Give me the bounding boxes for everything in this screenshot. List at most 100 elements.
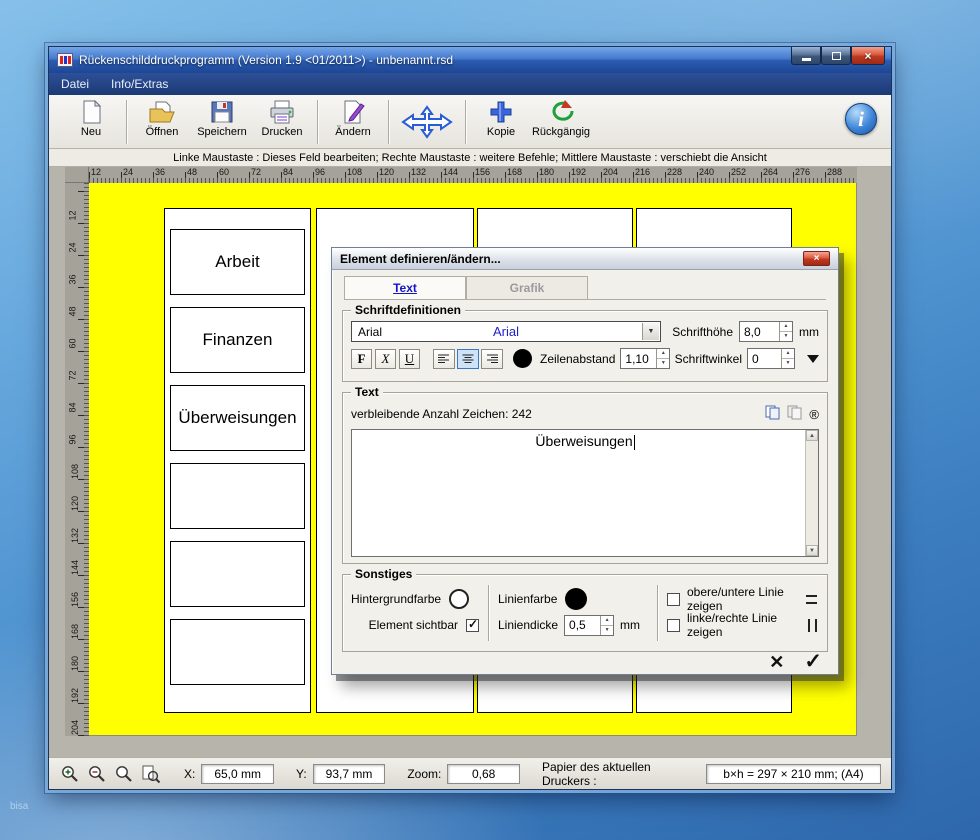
stepper-arrows[interactable]: ▲▼: [779, 322, 792, 341]
zoom-page-button[interactable]: [140, 763, 162, 785]
ok-button[interactable]: ✓: [804, 651, 822, 672]
zoom-label: Zoom:: [407, 767, 441, 781]
undo-label: Rückgängig: [532, 126, 590, 138]
ruler-number: 36: [153, 167, 185, 183]
font-size-stepper[interactable]: 8,0 ▲▼: [739, 321, 793, 342]
info-button[interactable]: i: [845, 103, 877, 135]
top-bottom-line-checkbox[interactable]: [667, 593, 680, 606]
ruler-number: 72: [65, 359, 89, 391]
open-button[interactable]: Öffnen: [132, 97, 192, 138]
ruler-number: 180: [537, 167, 569, 183]
element-visible-checkbox[interactable]: [466, 619, 479, 632]
font-size-value: 8,0: [740, 322, 779, 341]
desktop-watermark: bisa: [10, 801, 28, 812]
line-color-swatch[interactable]: [565, 588, 587, 610]
label-cell[interactable]: [170, 541, 305, 607]
stepper-arrows[interactable]: ▲▼: [656, 349, 669, 368]
menu-datei[interactable]: Datei: [61, 77, 89, 91]
zoom-controls: [59, 763, 162, 785]
registered-symbol-button[interactable]: ®: [809, 407, 819, 422]
paste-pages-icon[interactable]: [787, 405, 803, 423]
font-group-label: Schriftdefinitionen: [351, 303, 465, 317]
font-angle-stepper[interactable]: 0 ▲▼: [747, 348, 795, 369]
label-cell[interactable]: [170, 619, 305, 685]
window-titlebar[interactable]: Rückenschilddruckprogramm (Version 1.9 <…: [49, 47, 891, 73]
left-right-line-checkbox[interactable]: [667, 619, 680, 632]
label-cell[interactable]: [170, 463, 305, 529]
x-label: X:: [184, 767, 195, 781]
line-spacing-label: Zeilenabstand: [540, 352, 615, 366]
tab-text[interactable]: Text: [344, 276, 466, 299]
new-button[interactable]: Neu: [61, 97, 121, 138]
info-icon: i: [858, 107, 864, 132]
element-dialog: Element definieren/ändern... × Text Graf…: [331, 247, 839, 675]
line-spacing-stepper[interactable]: 1,10 ▲▼: [620, 348, 670, 369]
background-color-swatch[interactable]: [449, 589, 469, 609]
ruler-number: 180: [65, 647, 89, 679]
zoom-out-button[interactable]: [86, 763, 108, 785]
toolbar-separator: [317, 100, 318, 144]
ruler-number: 96: [65, 423, 89, 455]
stepper-arrows[interactable]: ▲▼: [781, 349, 794, 368]
line-width-stepper[interactable]: 0,5 ▲▼: [564, 615, 614, 636]
label-cell[interactable]: Arbeit: [170, 229, 305, 295]
dialog-close-button[interactable]: ×: [803, 251, 830, 266]
ruler-number: 192: [65, 679, 89, 711]
ruler-number: 144: [441, 167, 473, 183]
dialog-titlebar[interactable]: Element definieren/ändern... ×: [332, 248, 838, 270]
angle-dropdown-icon[interactable]: [807, 355, 819, 363]
menu-info-extras[interactable]: Info/Extras: [111, 77, 168, 91]
statusbar: X: 65,0 mm Y: 93,7 mm Zoom: 0,68 Papier …: [49, 757, 891, 789]
scroll-down-icon[interactable]: ▼: [806, 545, 818, 556]
save-label: Speichern: [197, 126, 247, 138]
underline-button[interactable]: U: [399, 349, 420, 369]
font-color-swatch[interactable]: [513, 349, 532, 368]
textarea-scrollbar[interactable]: ▲ ▼: [805, 430, 818, 556]
tab-grafik[interactable]: Grafik: [466, 276, 588, 299]
chevron-down-icon[interactable]: ▼: [642, 323, 659, 340]
close-button[interactable]: ×: [851, 47, 885, 65]
font-size-label: Schrifthöhe: [672, 325, 733, 339]
scroll-up-icon[interactable]: ▲: [806, 430, 818, 441]
paper-label: Papier des aktuellen Druckers :: [542, 760, 700, 788]
zoom-reset-button[interactable]: [113, 763, 135, 785]
horizontal-lines-icon: [806, 595, 817, 604]
label-cell[interactable]: Finanzen: [170, 307, 305, 373]
zoom-in-button[interactable]: [59, 763, 81, 785]
move-arrows-icon: [401, 105, 453, 142]
text-input-area[interactable]: Überweisungen ▲ ▼: [351, 429, 819, 557]
cancel-button[interactable]: ✕: [769, 653, 784, 671]
dialog-tabs: Text Grafik: [344, 276, 826, 300]
copy-pages-icon[interactable]: [765, 405, 781, 423]
label-cell[interactable]: Überweisungen: [170, 385, 305, 451]
copy-button[interactable]: Kopie: [471, 97, 531, 138]
close-icon: ×: [814, 253, 820, 264]
ruler-number: 120: [377, 167, 409, 183]
ruler-number: 132: [65, 519, 89, 551]
align-center-button[interactable]: [457, 349, 479, 369]
text-cursor: [634, 435, 635, 450]
align-right-button[interactable]: [481, 349, 503, 369]
undo-button[interactable]: Rückgängig: [531, 97, 591, 138]
ruler-number: 288: [825, 167, 857, 183]
top-bottom-line-label: obere/untere Linie zeigen: [687, 585, 806, 613]
font-family-combobox[interactable]: Arial Arial ▼: [351, 321, 661, 342]
misc-group-label: Sonstiges: [351, 567, 416, 581]
stepper-arrows[interactable]: ▲▼: [600, 616, 613, 635]
minimize-button[interactable]: [791, 47, 821, 65]
align-left-button[interactable]: [433, 349, 455, 369]
font-angle-label: Schriftwinkel: [675, 352, 742, 366]
ruler-number: 12: [89, 167, 121, 183]
ruler-number: 36: [65, 263, 89, 295]
move-tool-button[interactable]: [394, 97, 460, 142]
horizontal-ruler: 1224364860728496108120132144156168180192…: [89, 167, 857, 183]
ruler-number: 84: [65, 391, 89, 423]
y-label: Y:: [296, 767, 307, 781]
maximize-button[interactable]: [821, 47, 851, 65]
x-position-field: 65,0 mm: [201, 764, 274, 784]
print-button[interactable]: Drucken: [252, 97, 312, 138]
edit-button[interactable]: Ändern: [323, 97, 383, 138]
save-button[interactable]: Speichern: [192, 97, 252, 138]
bold-button[interactable]: F: [351, 349, 372, 369]
italic-button[interactable]: X: [375, 349, 396, 369]
